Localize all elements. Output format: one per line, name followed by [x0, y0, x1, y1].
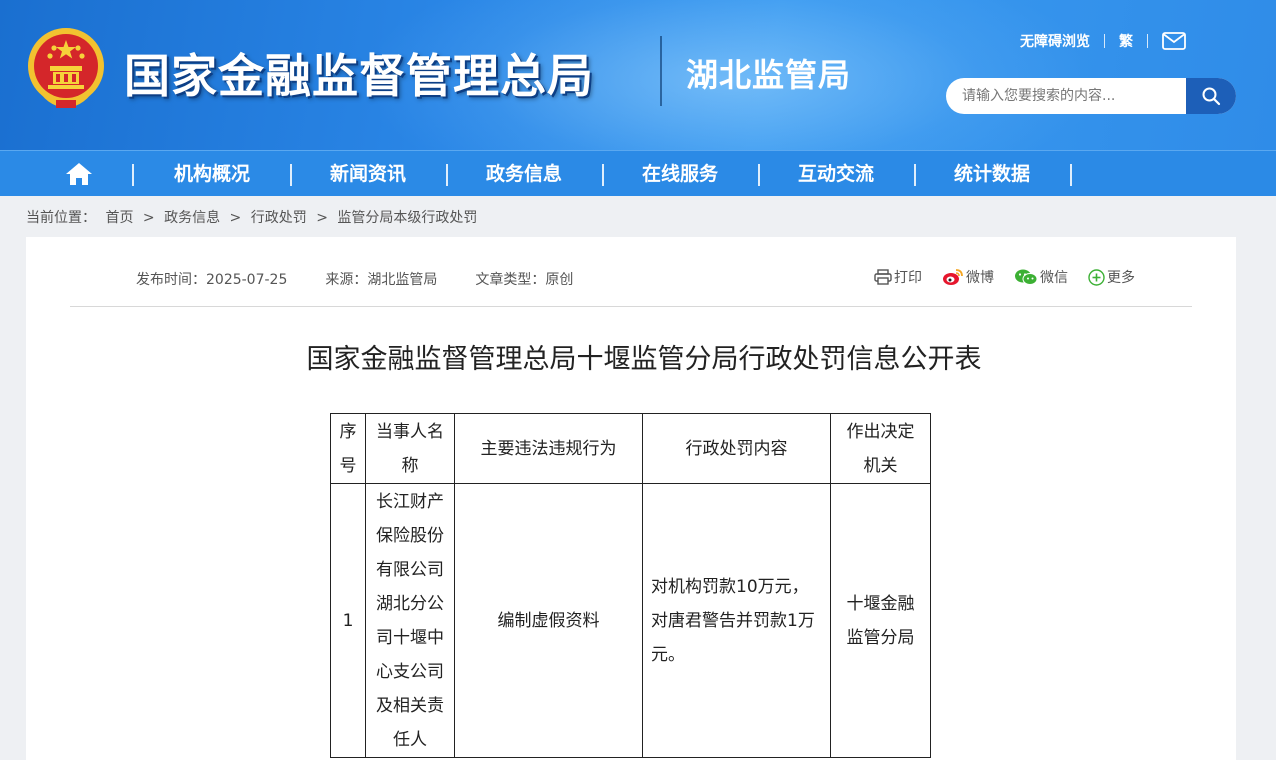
header-penalty: 行政处罚内容	[642, 413, 831, 484]
wechat-label: 微信	[1040, 270, 1068, 286]
weibo-label: 微博	[966, 270, 994, 286]
accessibility-link[interactable]: 无障碍浏览	[1020, 31, 1090, 51]
search-icon	[1202, 87, 1221, 106]
link-separator	[1147, 34, 1148, 48]
nav-item-online-service[interactable]: 在线服务	[602, 151, 758, 197]
search-button[interactable]	[1186, 78, 1236, 114]
table-row: 1 长江财产保险股份有限公司湖北分公司十堰中心支公司及相关责任人 编制虚假资料 …	[330, 483, 931, 758]
penalty-table: 序号 当事人名称 主要违法违规行为 行政处罚内容 作出决定机关 1 长江财产保险…	[330, 413, 931, 758]
article-title: 国家金融监督管理总局十堰监管分局行政处罚信息公开表	[306, 344, 982, 375]
home-icon	[66, 163, 92, 185]
print-button[interactable]: 打印	[874, 267, 922, 287]
print-label: 打印	[894, 270, 922, 286]
nav-item-interaction[interactable]: 互动交流	[758, 151, 914, 197]
header-party: 当事人名称	[365, 413, 455, 484]
header-authority: 作出决定机关	[830, 413, 931, 484]
breadcrumb-penalty[interactable]: 行政处罚	[251, 210, 307, 226]
breadcrumb-separator: >	[142, 210, 155, 226]
nav-separator	[1070, 164, 1072, 186]
nav-item-government-info[interactable]: 政务信息	[446, 151, 602, 197]
more-share-button[interactable]: 更多	[1088, 267, 1135, 287]
search-input[interactable]	[946, 78, 1186, 114]
cell-index: 1	[330, 483, 366, 758]
mail-icon[interactable]	[1162, 32, 1186, 50]
traditional-chinese-link[interactable]: 繁	[1119, 31, 1133, 51]
cell-penalty: 对机构罚款10万元，对唐君警告并罚款1万元。	[642, 483, 831, 758]
site-title[interactable]: 国家金融监督管理总局	[124, 40, 594, 106]
header-violation: 主要违法违规行为	[454, 413, 643, 484]
breadcrumb-current[interactable]: 监管分局本级行政处罚	[337, 210, 477, 226]
cell-party: 长江财产保险股份有限公司湖北分公司十堰中心支公司及相关责任人	[365, 483, 455, 758]
nav-home[interactable]	[56, 159, 102, 189]
breadcrumb-separator: >	[316, 210, 328, 226]
printer-icon	[874, 269, 892, 285]
cell-authority: 十堰金融监管分局	[830, 483, 931, 758]
content-panel: 发布时间：2025-07-25 来源：湖北监管局 文章类型：原创 打印 微博 微…	[26, 237, 1236, 760]
title-divider	[660, 36, 662, 106]
nav-item-news[interactable]: 新闻资讯	[290, 151, 446, 197]
table-header-row: 序号 当事人名称 主要违法违规行为 行政处罚内容 作出决定机关	[330, 413, 931, 484]
share-bar: 打印 微博 微信 更多	[874, 267, 1135, 287]
article-source: 来源：湖北监管局	[325, 272, 438, 288]
publish-time: 发布时间：2025-07-25	[136, 272, 288, 288]
breadcrumb-government-info[interactable]: 政务信息	[164, 210, 220, 226]
more-label: 更多	[1107, 270, 1135, 286]
weibo-icon	[943, 269, 963, 285]
plus-circle-icon	[1088, 268, 1105, 286]
breadcrumb: 当前位置： 首页 > 政务信息 > 行政处罚 > 监管分局本级行政处罚	[26, 207, 482, 227]
nav-item-statistics[interactable]: 统计数据	[914, 151, 1070, 197]
search-box	[946, 78, 1236, 114]
wechat-icon	[1015, 269, 1038, 285]
sub-title[interactable]: 湖北监管局	[686, 50, 851, 96]
link-separator	[1104, 34, 1105, 48]
national-emblem-icon[interactable]	[26, 26, 106, 110]
nav-item-organization[interactable]: 机构概况	[134, 151, 290, 197]
top-links: 无障碍浏览 繁	[1020, 30, 1186, 52]
article-type: 文章类型：原创	[475, 272, 574, 288]
wechat-share-button[interactable]: 微信	[1014, 267, 1068, 287]
header-index: 序号	[330, 413, 366, 484]
breadcrumb-label: 当前位置：	[26, 210, 96, 226]
site-header: 国家金融监督管理总局 湖北监管局 无障碍浏览 繁	[0, 0, 1276, 150]
breadcrumb-home[interactable]: 首页	[105, 210, 133, 226]
meta-divider	[70, 306, 1192, 307]
breadcrumb-separator: >	[229, 210, 242, 226]
weibo-share-button[interactable]: 微博	[942, 267, 994, 287]
article-meta: 发布时间：2025-07-25 来源：湖北监管局 文章类型：原创	[136, 269, 611, 289]
cell-violation: 编制虚假资料	[454, 483, 643, 758]
main-nav: 机构概况 新闻资讯 政务信息 在线服务 互动交流 统计数据	[0, 150, 1276, 196]
